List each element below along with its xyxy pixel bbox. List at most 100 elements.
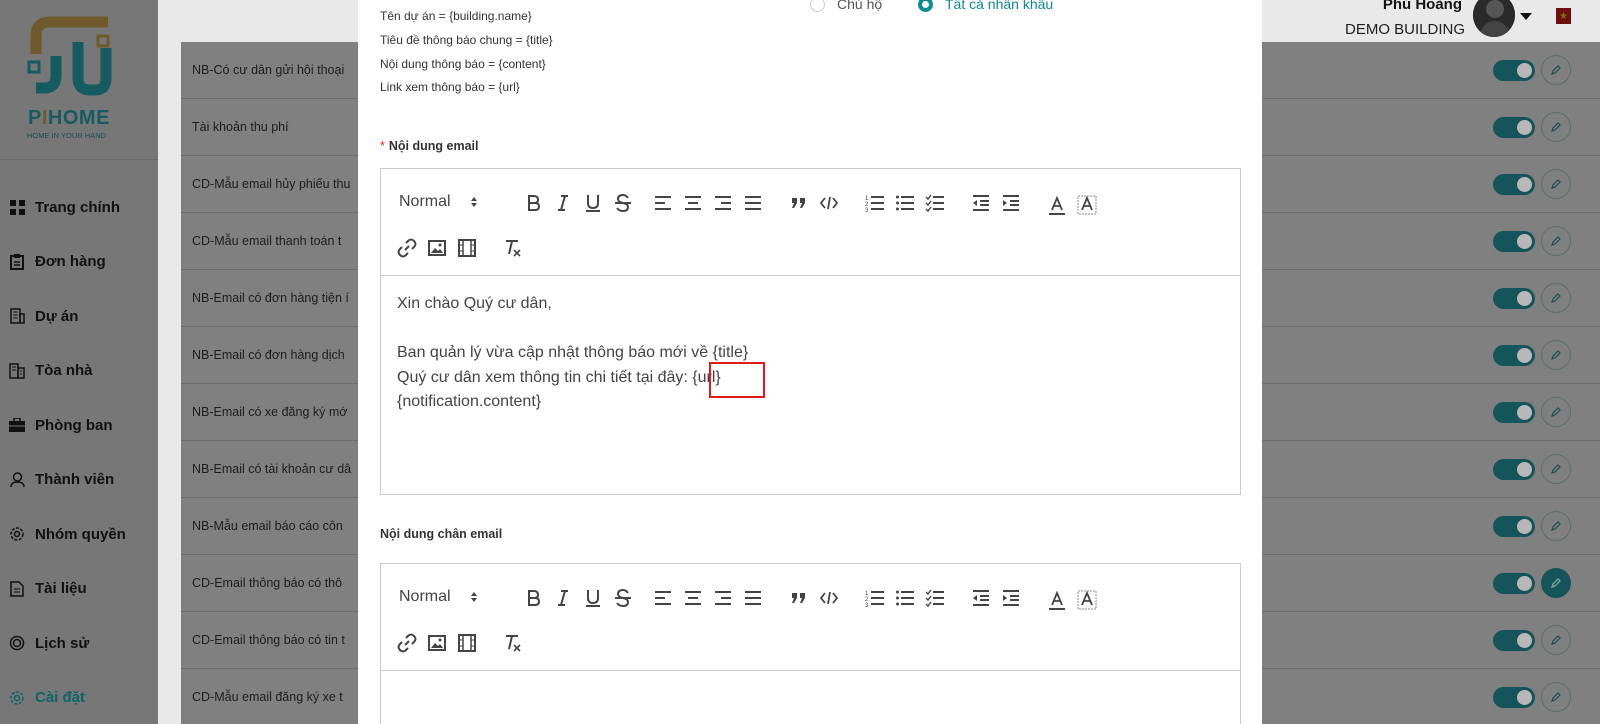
align-left-button[interactable]: [651, 586, 675, 610]
status-toggle[interactable]: [1493, 231, 1535, 252]
outdent-button[interactable]: [969, 191, 993, 215]
ordered-list-icon: 123: [865, 591, 884, 608]
footer-content-body[interactable]: [381, 671, 1240, 703]
edit-button[interactable]: [1541, 340, 1571, 370]
strike-button[interactable]: [611, 586, 635, 610]
indent-button[interactable]: [999, 586, 1023, 610]
status-toggle[interactable]: [1493, 60, 1535, 81]
code-button[interactable]: [817, 586, 841, 610]
checklist-button[interactable]: [923, 191, 947, 215]
video-button[interactable]: [455, 631, 479, 655]
indent-button[interactable]: [999, 191, 1023, 215]
font-color-button[interactable]: [1045, 193, 1069, 217]
image-button[interactable]: [425, 631, 449, 655]
edit-button[interactable]: [1541, 625, 1571, 655]
underline-button[interactable]: [581, 191, 605, 215]
format-select[interactable]: Normal: [399, 588, 477, 606]
align-right-button[interactable]: [711, 586, 735, 610]
background-color-button[interactable]: [1075, 588, 1099, 612]
user-menu-caret-icon[interactable]: [1520, 13, 1532, 20]
clear-format-button[interactable]: [501, 236, 525, 260]
edit-button[interactable]: [1541, 283, 1571, 313]
editor-toolbar: Normal 123: [381, 169, 1240, 276]
header-user-name[interactable]: Phú Hoàng: [1383, 0, 1462, 13]
row-title: CD-Mẫu email hủy phiếu thu: [192, 177, 351, 191]
variable-hint: Nội dung thông báo = {content}: [380, 57, 546, 71]
italic-icon: [558, 195, 568, 211]
edit-button[interactable]: [1541, 169, 1571, 199]
sidebar-item-trang-chinh[interactable]: Trang chính: [0, 180, 158, 235]
email-content-body[interactable]: Xin chào Quý cư dân, Ban quản lý vừa cập…: [381, 276, 1240, 431]
clear-format-button[interactable]: [501, 631, 525, 655]
align-right-icon: [715, 196, 731, 210]
sidebar-item-label: Tài liệu: [35, 580, 87, 598]
ordered-list-button[interactable]: 123: [863, 586, 887, 610]
edit-button[interactable]: [1541, 226, 1571, 256]
ordered-list-button[interactable]: 123: [863, 191, 887, 215]
building-icon: [9, 308, 25, 324]
edit-button[interactable]: [1541, 511, 1571, 541]
underline-button[interactable]: [581, 586, 605, 610]
clear-format-icon: [506, 240, 521, 257]
edit-button[interactable]: [1541, 454, 1571, 484]
sidebar-item-tai-lieu[interactable]: Tài liệu: [0, 562, 158, 617]
status-toggle[interactable]: [1493, 117, 1535, 138]
italic-button[interactable]: [551, 586, 575, 610]
sidebar-item-nhom-quyen[interactable]: Nhóm quyền: [0, 507, 158, 562]
align-justify-button[interactable]: [741, 586, 765, 610]
link-button[interactable]: [395, 236, 419, 260]
logo[interactable]: PIHOME HOME IN YOUR HAND: [0, 0, 158, 160]
code-button[interactable]: [817, 191, 841, 215]
vietnam-flag-icon[interactable]: ★: [1556, 8, 1571, 24]
status-toggle[interactable]: [1493, 516, 1535, 537]
strike-button[interactable]: [611, 191, 635, 215]
status-toggle[interactable]: [1493, 402, 1535, 423]
edit-button[interactable]: [1541, 55, 1571, 85]
outdent-button[interactable]: [969, 586, 993, 610]
header-building-name[interactable]: DEMO BUILDING: [1345, 21, 1465, 38]
align-justify-button[interactable]: [741, 191, 765, 215]
content-line: Ban quản lý vừa cập nhật thông báo mới v…: [397, 344, 749, 361]
bold-button[interactable]: [521, 586, 545, 610]
bold-button[interactable]: [521, 191, 545, 215]
radio-all-residents[interactable]: Tất cả nhân khẩu: [918, 0, 1053, 12]
image-button[interactable]: [425, 236, 449, 260]
align-center-button[interactable]: [681, 586, 705, 610]
link-button[interactable]: [395, 631, 419, 655]
sidebar-item-du-an[interactable]: Dự án: [0, 289, 158, 344]
align-left-button[interactable]: [651, 191, 675, 215]
sidebar-item-toa-nha[interactable]: Tòa nhà: [0, 344, 158, 399]
bullet-list-button[interactable]: [893, 191, 917, 215]
edit-button[interactable]: [1541, 682, 1571, 712]
avatar[interactable]: [1473, 0, 1515, 37]
sidebar-item-phong-ban[interactable]: Phòng ban: [0, 398, 158, 453]
checklist-button[interactable]: [923, 586, 947, 610]
status-toggle[interactable]: [1493, 345, 1535, 366]
bullet-list-button[interactable]: [893, 586, 917, 610]
underline-icon: [586, 590, 600, 607]
align-right-button[interactable]: [711, 191, 735, 215]
radio-owner[interactable]: Chủ hộ: [810, 0, 882, 12]
sidebar-item-don-hang[interactable]: Đơn hàng: [0, 235, 158, 290]
status-toggle[interactable]: [1493, 573, 1535, 594]
video-button[interactable]: [455, 236, 479, 260]
format-select[interactable]: Normal: [399, 193, 477, 211]
font-color-button[interactable]: [1045, 588, 1069, 612]
background-color-button[interactable]: [1075, 193, 1099, 217]
status-toggle[interactable]: [1493, 687, 1535, 708]
align-center-button[interactable]: [681, 191, 705, 215]
blockquote-button[interactable]: [787, 191, 811, 215]
status-toggle[interactable]: [1493, 630, 1535, 651]
status-toggle[interactable]: [1493, 288, 1535, 309]
status-toggle[interactable]: [1493, 459, 1535, 480]
sidebar-item-lich-su[interactable]: Lịch sử: [0, 616, 158, 671]
align-justify-icon: [745, 196, 761, 210]
italic-button[interactable]: [551, 191, 575, 215]
edit-button[interactable]: [1541, 112, 1571, 142]
status-toggle[interactable]: [1493, 174, 1535, 195]
edit-button[interactable]: [1541, 568, 1571, 598]
blockquote-button[interactable]: [787, 586, 811, 610]
edit-button[interactable]: [1541, 397, 1571, 427]
sidebar-item-thanh-vien[interactable]: Thành viên: [0, 453, 158, 508]
sidebar-item-cai-dat[interactable]: Cài đặt: [0, 671, 158, 724]
